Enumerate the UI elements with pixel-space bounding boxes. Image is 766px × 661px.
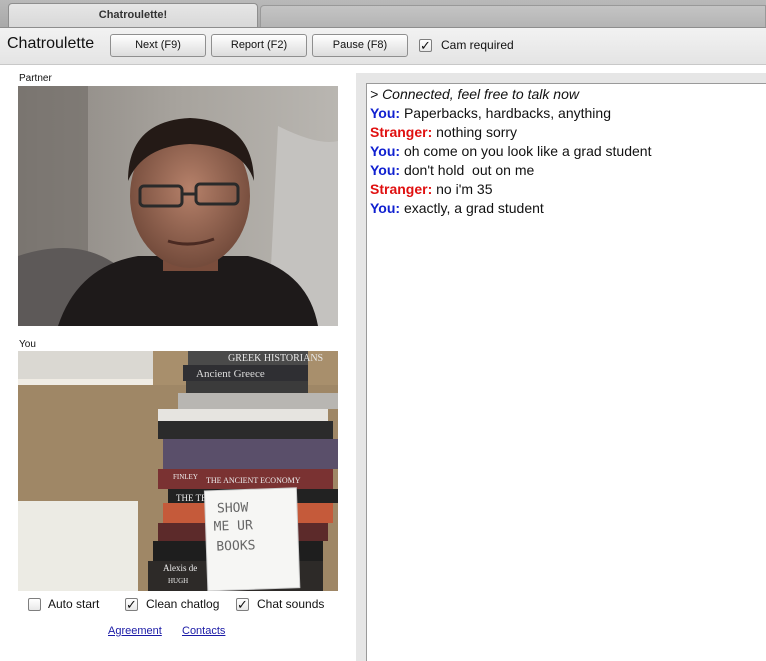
you-video: GREEK HISTORIANS Ancient Greece THE ANCI… <box>18 351 338 591</box>
message-text: nothing sorry <box>432 124 518 140</box>
sender-stranger: Stranger: <box>370 124 433 140</box>
you-label: You <box>19 339 36 350</box>
partner-webcam-image <box>18 86 338 326</box>
chat-sounds-label: Chat sounds <box>257 597 325 611</box>
book-spine-text: Alexis de <box>163 563 197 573</box>
app-title: Chatroulette <box>7 35 95 52</box>
clean-chatlog-checkbox[interactable]: ✓ <box>125 598 138 611</box>
message-text: no i'm 35 <box>432 181 493 197</box>
toolbar: Chatroulette Next (F9) Report (F2) Pause… <box>0 28 766 65</box>
message-text: don't hold out on me <box>400 162 535 178</box>
cam-required-label: Cam required <box>441 38 514 52</box>
chat-message: Stranger: nothing sorry <box>370 123 766 142</box>
clean-chatlog-label: Clean chatlog <box>146 597 220 611</box>
svg-text:BOOKS: BOOKS <box>216 538 256 554</box>
svg-text:ME UR: ME UR <box>213 518 253 534</box>
chat-log[interactable]: > Connected, feel free to talk now You: … <box>366 83 766 661</box>
tab-strip-empty <box>260 5 766 27</box>
chat-message: You: Paperbacks, hardbacks, anything <box>370 104 766 123</box>
svg-text:SHOW: SHOW <box>217 500 249 516</box>
chat-message: Stranger: no i'm 35 <box>370 180 766 199</box>
book-spine-text: GREEK HISTORIANS <box>228 353 323 364</box>
tab-chatroulette[interactable]: Chatroulette! <box>8 3 258 27</box>
sender-stranger: Stranger: <box>370 181 433 197</box>
auto-start-checkbox[interactable] <box>28 598 41 611</box>
book-spine-text: HUGH <box>168 577 188 585</box>
pause-button[interactable]: Pause (F8) <box>312 34 408 57</box>
message-text: exactly, a grad student <box>400 200 544 216</box>
sender-you: You: <box>370 105 401 121</box>
chat-message: You: oh come on you look like a grad stu… <box>370 142 766 161</box>
system-message: > Connected, feel free to talk now <box>370 86 579 102</box>
partner-video <box>18 86 338 326</box>
book-spine-text: FINLEY <box>173 473 198 481</box>
window-tab-strip: Chatroulette! <box>0 0 766 28</box>
sender-you: You: <box>370 162 401 178</box>
book-spine-text: THE ANCIENT ECONOMY <box>206 476 301 485</box>
report-button[interactable]: Report (F2) <box>211 34 307 57</box>
you-webcam-image: GREEK HISTORIANS Ancient Greece THE ANCI… <box>18 351 338 591</box>
message-text: Paperbacks, hardbacks, anything <box>400 105 611 121</box>
chat-sounds-checkbox[interactable]: ✓ <box>236 598 249 611</box>
cam-required-checkbox[interactable]: ✓ <box>419 39 432 52</box>
auto-start-label: Auto start <box>48 597 100 611</box>
message-text: oh come on you look like a grad student <box>400 143 652 159</box>
next-button[interactable]: Next (F9) <box>110 34 206 57</box>
handwritten-sign: SHOW ME UR BOOKS <box>203 487 301 591</box>
sender-you: You: <box>370 200 401 216</box>
chat-message: You: exactly, a grad student <box>370 199 766 218</box>
agreement-link[interactable]: Agreement <box>108 625 162 637</box>
partner-label: Partner <box>19 73 52 84</box>
sender-you: You: <box>370 143 401 159</box>
book-spine-text: Ancient Greece <box>196 368 265 380</box>
chat-message: You: don't hold out on me <box>370 161 766 180</box>
contacts-link[interactable]: Contacts <box>182 625 225 637</box>
